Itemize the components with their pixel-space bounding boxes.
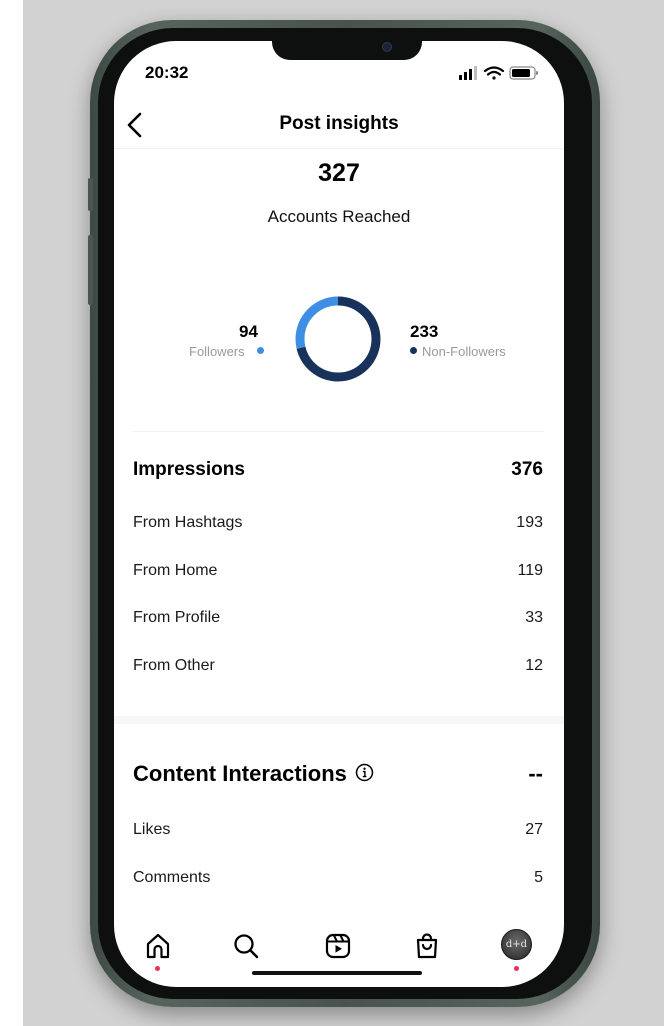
list-item: From Profile 33 [133,609,543,627]
status-icons [459,66,538,80]
non-followers-label: Non-Followers [422,344,506,359]
header-divider [114,148,564,149]
non-followers-legend-dot [410,347,417,354]
section-divider [132,431,544,432]
home-indicator [252,971,422,975]
page-title: Post insights [279,113,399,134]
row-label: From Hashtags [133,514,243,531]
profile-notification-dot [514,966,519,971]
home-icon[interactable] [143,931,173,961]
section-separator [114,716,564,724]
non-followers-value: 233 [410,322,439,341]
row-value: 12 [525,657,543,674]
battery-icon [509,66,538,80]
row-label: From Home [133,562,218,579]
followers-legend-dot [257,347,264,354]
interactions-total: -- [528,761,543,786]
followers-value: 94 [239,322,258,341]
row-value: 27 [525,821,543,838]
row-value: 33 [525,609,543,626]
reach-donut-chart [295,296,381,382]
wifi-icon [483,66,505,80]
list-item: From Other 12 [133,657,543,675]
list-item: Likes 27 [133,821,543,839]
row-label: Comments [133,869,211,886]
impressions-header: Impressions 376 [133,459,543,481]
list-item: From Hashtags 193 [133,514,543,532]
status-time: 20:32 [145,63,189,82]
accounts-reached-value: 327 [318,159,360,187]
search-icon[interactable] [231,931,261,961]
list-item: From Home 119 [133,562,543,580]
phone-notch [272,40,422,60]
bottom-tab-bar: d+d [114,921,564,987]
impressions-title: Impressions [133,459,245,480]
row-value: 193 [516,514,543,531]
info-icon[interactable] [355,763,374,782]
reels-icon[interactable] [323,931,353,961]
shop-icon[interactable] [412,931,442,961]
list-item: Comments 5 [133,869,543,887]
silent-switch [88,178,93,211]
row-label: From Other [133,657,215,674]
followers-label: Followers [189,344,245,359]
accounts-reached-label: Accounts Reached [267,207,411,226]
row-label: From Profile [133,609,221,626]
row-label: Likes [133,821,171,838]
front-camera [382,42,392,52]
profile-avatar[interactable]: d+d [501,929,532,960]
interactions-header: Content Interactions -- [133,761,543,787]
phone-screen: 20:32 Post insights 327 Accounts Reached… [114,41,564,987]
home-notification-dot [155,966,160,971]
impressions-total: 376 [511,459,543,480]
volume-up-button [88,235,93,305]
interactions-title: Content Interactions [133,761,347,786]
row-value: 119 [517,562,543,579]
row-value: 5 [534,869,543,886]
signal-icon [459,66,477,80]
